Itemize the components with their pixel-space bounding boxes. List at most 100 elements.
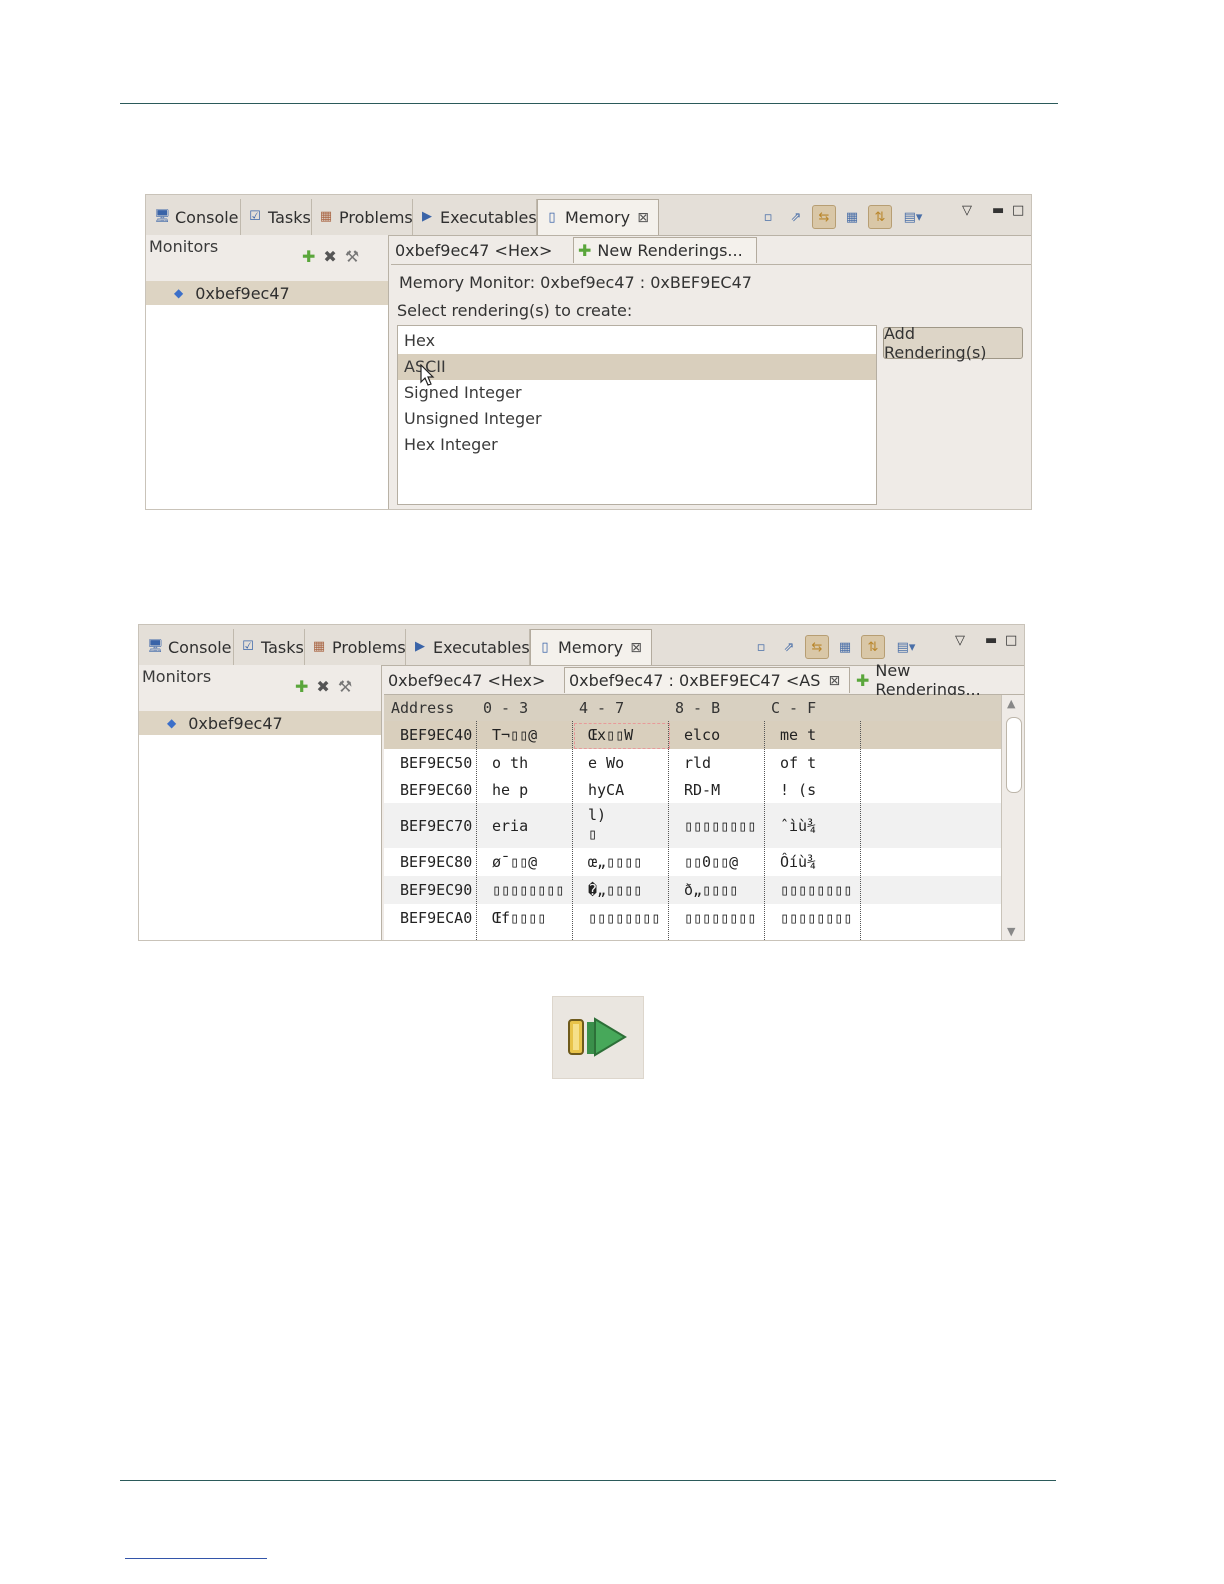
- data-cell[interactable]: eria: [492, 817, 528, 835]
- data-cell[interactable]: rld: [684, 754, 711, 772]
- tab-console[interactable]: 🖥 Console: [148, 199, 241, 235]
- maximize-icon[interactable]: □: [1012, 203, 1024, 218]
- console-icon: 🖥: [147, 639, 164, 654]
- scroll-up-icon[interactable]: ▲: [1007, 697, 1015, 710]
- tab-tasks[interactable]: ☑ Tasks: [234, 629, 305, 665]
- data-cell[interactable]: ! (s: [780, 781, 816, 799]
- data-cell[interactable]: ø¯▯▯@: [492, 853, 537, 871]
- monitor-item[interactable]: ◆ 0xbef9ec47: [146, 281, 388, 305]
- monitors-pane: Monitors ✚ ✖ ⚒ ◆ 0xbef9ec47: [139, 665, 382, 940]
- sync-icon[interactable]: ⇅: [868, 205, 892, 229]
- minimize-icon[interactable]: ▬: [992, 203, 1004, 218]
- rendering-option-hex-integer[interactable]: Hex Integer: [398, 432, 876, 458]
- tab-label: 0xbef9ec47 <Hex>: [395, 240, 553, 260]
- data-cell[interactable]: ▯▯0▯▯@: [684, 853, 738, 871]
- data-cell[interactable]: RD-M: [684, 781, 720, 799]
- data-cell[interactable]: Ôíù¾: [780, 853, 816, 871]
- footer-rule: [120, 1480, 1056, 1481]
- new-memory-view-icon[interactable]: ▫: [749, 635, 773, 659]
- close-icon[interactable]: ⊠: [826, 673, 842, 689]
- tab-problems[interactable]: ▦ Problems: [305, 629, 406, 665]
- minimize-icon[interactable]: ▬: [985, 633, 997, 648]
- vertical-scrollbar[interactable]: ▲ ▼: [1001, 695, 1024, 940]
- tab-label: Memory: [565, 208, 631, 227]
- remove-all-monitors-icon[interactable]: ⚒: [338, 677, 352, 696]
- data-cell[interactable]: ▯▯▯▯▯▯▯▯: [684, 909, 756, 927]
- data-cell[interactable]: ð„▯▯▯▯: [684, 881, 738, 899]
- rendering-list[interactable]: Hex ASCII Signed Integer Unsigned Intege…: [397, 325, 877, 505]
- memory-table[interactable]: Address 0 - 3 4 - 7 8 - B C - F BEF9EC40…: [384, 695, 1002, 940]
- tab-tasks[interactable]: ☑ Tasks: [241, 199, 312, 235]
- memory-view-new-renderings: 🖥 Console ☑ Tasks ▦ Problems ▶ Executabl…: [145, 194, 1032, 510]
- tab-executables[interactable]: ▶ Executables: [413, 199, 537, 235]
- view-menu-icon[interactable]: ▽: [955, 633, 965, 648]
- data-cell[interactable]: he p: [492, 781, 528, 799]
- tab-console[interactable]: 🖥 Console: [141, 629, 234, 665]
- data-cell[interactable]: T¬▯▯@: [492, 726, 537, 744]
- tab-label: Problems: [332, 637, 406, 657]
- new-memory-view-icon[interactable]: ▫: [756, 205, 780, 229]
- data-cell[interactable]: me t: [780, 726, 816, 744]
- data-cell[interactable]: hyCA: [588, 781, 624, 799]
- column-header: 0 - 3: [483, 699, 529, 717]
- add-monitor-icon[interactable]: ✚: [302, 247, 315, 266]
- data-cell[interactable]: œ„▯▯▯▯: [588, 853, 642, 871]
- maximize-icon[interactable]: □: [1005, 633, 1017, 648]
- header-rule: [120, 103, 1058, 104]
- data-cell[interactable]: of t: [780, 754, 816, 772]
- link-icon[interactable]: ⇆: [805, 635, 829, 659]
- data-cell[interactable]: ▯▯▯▯▯▯▯▯: [684, 817, 756, 835]
- tab-hex-rendering[interactable]: 0xbef9ec47 <Hex>: [391, 237, 571, 263]
- memory-view-ascii-rendering: 🖥 Console ☑ Tasks ▦ Problems ▶ Executabl…: [138, 624, 1025, 941]
- view-tab-bar: 🖥 Console ☑ Tasks ▦ Problems ▶ Executabl…: [146, 195, 1031, 236]
- tab-new-renderings[interactable]: ✚ New Renderings...: [852, 661, 1024, 699]
- tab-memory[interactable]: ▯ Memory ⊠: [530, 629, 652, 665]
- rendering-option-hex[interactable]: Hex: [398, 328, 876, 354]
- scroll-down-icon[interactable]: ▼: [1007, 925, 1015, 938]
- remove-monitor-icon[interactable]: ✖: [323, 247, 336, 266]
- remove-monitor-icon[interactable]: ✖: [316, 677, 329, 696]
- tab-hex-rendering[interactable]: 0xbef9ec47 <Hex>: [384, 667, 562, 693]
- rendering-option-ascii[interactable]: ASCII: [398, 354, 876, 380]
- data-cell[interactable]: ▯▯▯▯▯▯▯▯: [780, 881, 852, 899]
- table-rendering-icon[interactable]: ▦: [840, 205, 864, 229]
- monitor-actions: ✚ ✖ ⚒: [295, 677, 352, 696]
- sync-icon[interactable]: ⇅: [861, 635, 885, 659]
- layout-menu-icon[interactable]: ▤▾: [889, 635, 923, 659]
- data-cell[interactable]: Œf▯▯▯▯: [492, 909, 546, 927]
- tab-label: Executables: [440, 207, 537, 227]
- data-cell[interactable]: ▯▯▯▯▯▯▯▯: [588, 909, 660, 927]
- tab-label: Tasks: [261, 637, 304, 657]
- data-cell[interactable]: �„▯▯▯▯: [588, 881, 642, 899]
- layout-menu-icon[interactable]: ▤▾: [896, 205, 930, 229]
- close-icon[interactable]: ⊠: [628, 640, 644, 656]
- tab-new-renderings[interactable]: ✚ New Renderings...: [573, 237, 757, 263]
- add-renderings-button[interactable]: Add Rendering(s): [883, 324, 1023, 362]
- rendering-option-unsigned-integer[interactable]: Unsigned Integer: [398, 406, 876, 432]
- monitor-item[interactable]: ◆ 0xbef9ec47: [139, 711, 381, 735]
- scroll-thumb[interactable]: [1006, 717, 1022, 793]
- tab-memory[interactable]: ▯ Memory ⊠: [537, 199, 659, 235]
- data-cell[interactable]: ▯▯▯▯▯▯▯▯: [492, 881, 564, 899]
- tab-problems[interactable]: ▦ Problems: [312, 199, 413, 235]
- data-cell[interactable]: elco: [684, 726, 720, 744]
- address-cell: BEF9EC80: [400, 853, 473, 871]
- data-cell[interactable]: ▯▯▯▯▯▯▯▯: [780, 909, 852, 927]
- view-menu-icon[interactable]: ▽: [962, 203, 972, 218]
- link-icon[interactable]: ⇆: [812, 205, 836, 229]
- remove-all-monitors-icon[interactable]: ⚒: [345, 247, 359, 266]
- data-cell[interactable]: e Wo: [588, 754, 624, 772]
- tab-executables[interactable]: ▶ Executables: [406, 629, 530, 665]
- column-header: 8 - B: [675, 699, 721, 717]
- data-cell[interactable]: ˆìù¾: [780, 817, 816, 835]
- close-icon[interactable]: ⊠: [635, 210, 651, 226]
- rendering-option-signed-integer[interactable]: Signed Integer: [398, 380, 876, 406]
- tab-ascii-rendering[interactable]: 0xbef9ec47 : 0xBEF9EC47 <AS ⊠: [564, 667, 850, 693]
- table-rendering-icon[interactable]: ▦: [833, 635, 857, 659]
- add-monitor-icon[interactable]: ✚: [295, 677, 308, 696]
- export-icon[interactable]: ⇗: [784, 205, 808, 229]
- data-cell[interactable]: o th: [492, 754, 528, 772]
- data-cell[interactable]: l): [588, 806, 606, 824]
- export-icon[interactable]: ⇗: [777, 635, 801, 659]
- data-cell[interactable]: ▯: [588, 825, 597, 843]
